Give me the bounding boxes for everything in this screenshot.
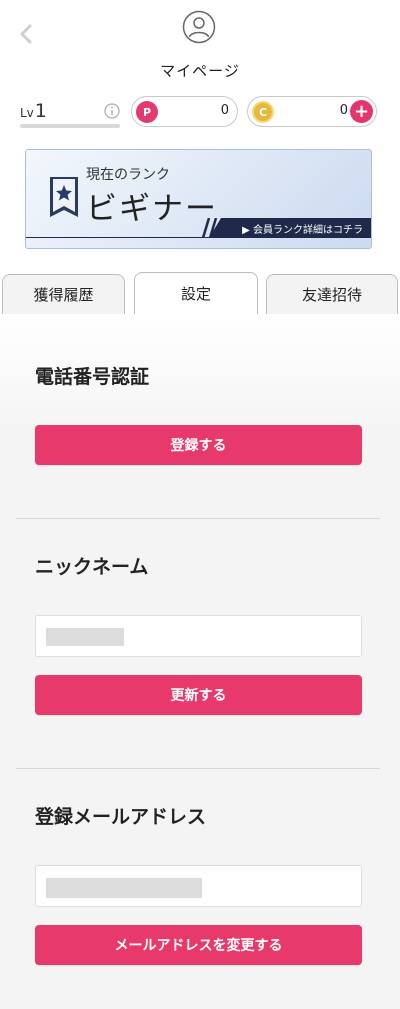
tab-invite-friends[interactable]: 友達招待 <box>266 274 398 314</box>
coins-value: 0 <box>339 103 348 118</box>
divider <box>16 518 380 519</box>
register-phone-button[interactable]: 登録する <box>35 425 362 465</box>
header: マイページ <box>0 0 400 92</box>
points-icon: P <box>136 101 158 123</box>
level-prefix: Lv <box>20 106 34 120</box>
rank-badge-icon <box>50 177 78 217</box>
settings-panel: 電話番号認証 登録する ニックネーム 更新する 登録メールアドレス メールアドレ… <box>0 314 400 1009</box>
tab-settings[interactable]: 設定 <box>134 272 258 314</box>
coin-icon: C <box>252 101 274 123</box>
back-button[interactable] <box>14 22 38 46</box>
divider <box>16 768 380 769</box>
level-value: 1 <box>34 100 47 122</box>
change-email-button[interactable]: メールアドレスを変更する <box>35 925 362 965</box>
status-row: Lv1 P 0 C 0 + <box>0 92 400 138</box>
points-pill[interactable]: P 0 <box>131 96 238 127</box>
level-display: Lv1 <box>20 100 47 122</box>
points-value: 0 <box>220 103 229 118</box>
chevron-left-icon <box>20 24 32 44</box>
redacted-email <box>46 878 202 898</box>
coins-pill[interactable]: C 0 + <box>247 96 377 127</box>
update-nickname-button[interactable]: 更新する <box>35 675 362 715</box>
nickname-input[interactable] <box>35 615 362 657</box>
add-coins-button[interactable]: + <box>350 100 373 123</box>
info-icon[interactable] <box>104 103 120 119</box>
page-title: マイページ <box>160 62 240 80</box>
rank-card[interactable]: 現在のランク ビギナー ▶ 会員ランク詳細はコチラ <box>25 149 372 249</box>
email-title: 登録メールアドレス <box>35 806 207 828</box>
email-display-field <box>35 865 362 907</box>
nickname-title: ニックネーム <box>35 556 149 578</box>
tab-history[interactable]: 獲得履歴 <box>2 274 125 314</box>
level-progress-bar <box>20 124 120 128</box>
rank-details-link[interactable]: ▶ 会員ランク詳細はコチラ <box>209 218 371 238</box>
phone-verification-title: 電話番号認証 <box>35 366 150 388</box>
user-avatar-icon[interactable] <box>182 10 216 44</box>
rank-caption: 現在のランク <box>86 167 170 183</box>
tab-bar: 獲得履歴 設定 友達招待 <box>0 272 400 314</box>
redacted-nickname <box>46 628 124 646</box>
